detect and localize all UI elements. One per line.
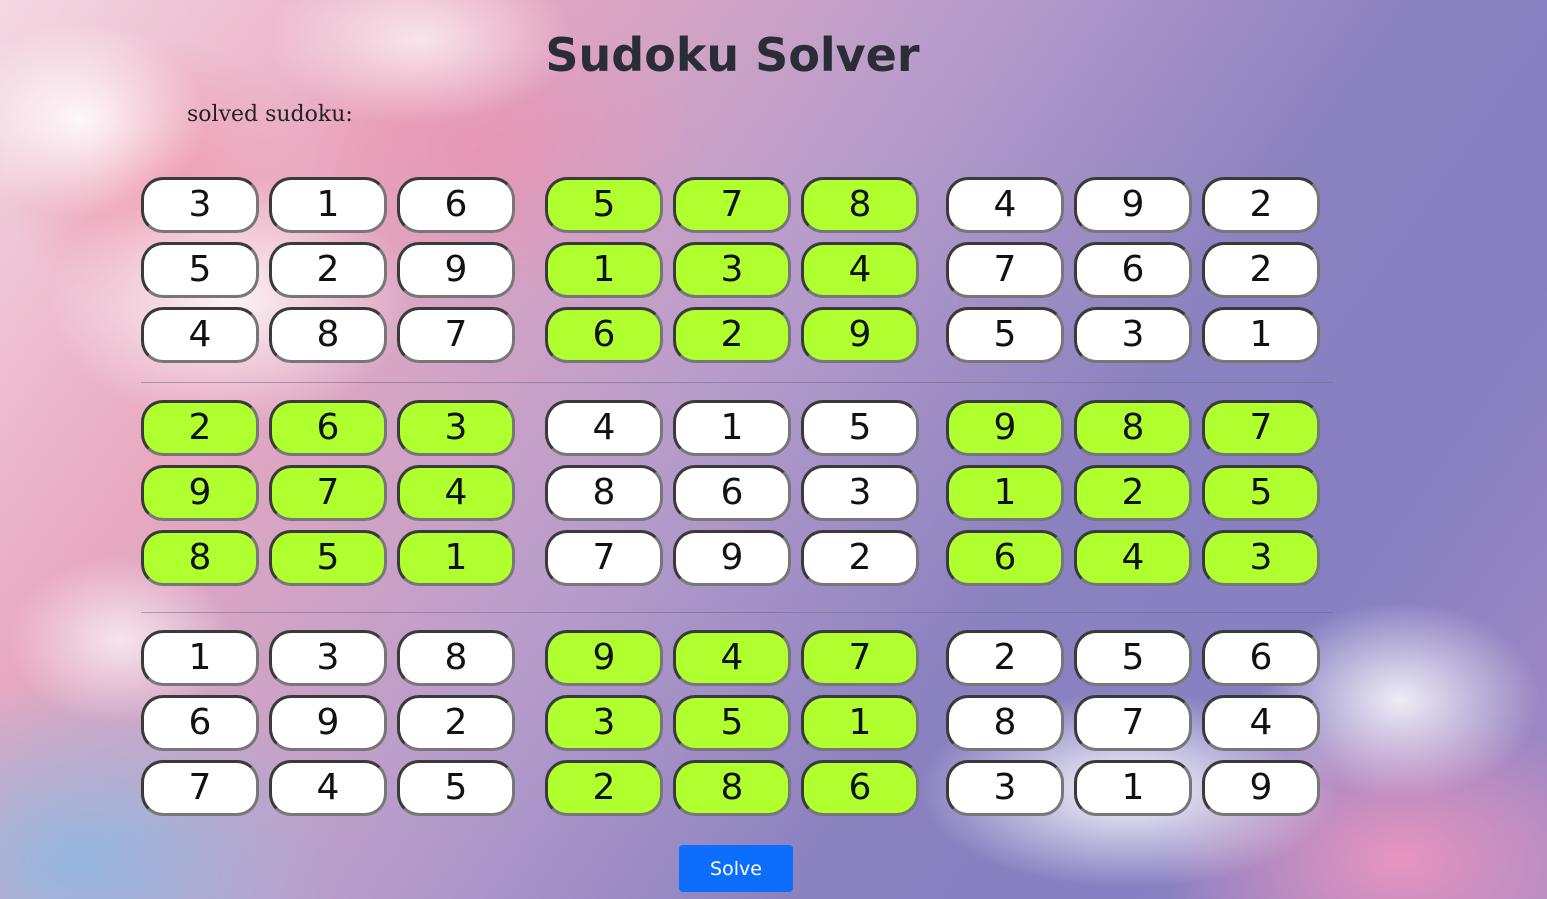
sudoku-cell[interactable]: 4: [1074, 530, 1192, 586]
sudoku-cell[interactable]: 3: [673, 242, 791, 298]
sudoku-cell[interactable]: 6: [1202, 630, 1320, 686]
sudoku-cell[interactable]: 8: [673, 760, 791, 816]
sudoku-cell[interactable]: 7: [269, 465, 387, 521]
sudoku-cell[interactable]: 5: [545, 177, 663, 233]
sudoku-cell[interactable]: 5: [1202, 465, 1320, 521]
sudoku-cell[interactable]: 6: [141, 695, 259, 751]
sudoku-cell[interactable]: 8: [141, 530, 259, 586]
sudoku-cell[interactable]: 6: [397, 177, 515, 233]
page-title: Sudoku Solver: [545, 28, 920, 82]
sudoku-cell[interactable]: 1: [545, 242, 663, 298]
sudoku-cell[interactable]: 7: [397, 307, 515, 363]
sudoku-cell[interactable]: 9: [946, 400, 1064, 456]
sudoku-cell[interactable]: 2: [141, 400, 259, 456]
sudoku-cell[interactable]: 3: [1074, 307, 1192, 363]
sudoku-cell[interactable]: 6: [269, 400, 387, 456]
sudoku-cell[interactable]: 4: [545, 400, 663, 456]
block-divider: [141, 382, 1333, 383]
sudoku-cell[interactable]: 2: [397, 695, 515, 751]
sudoku-cell[interactable]: 6: [1074, 242, 1192, 298]
sudoku-cell[interactable]: 3: [397, 400, 515, 456]
sudoku-cell[interactable]: 6: [545, 307, 663, 363]
sudoku-cell[interactable]: 1: [1074, 760, 1192, 816]
sudoku-cell[interactable]: 3: [269, 630, 387, 686]
sudoku-cell[interactable]: 8: [397, 630, 515, 686]
block-row: 316529487578134629492762531: [141, 177, 1333, 372]
sudoku-cell[interactable]: 1: [1202, 307, 1320, 363]
sudoku-block: 987 125 643: [946, 400, 1326, 592]
sudoku-cell[interactable]: 6: [946, 530, 1064, 586]
solve-button[interactable]: Solve: [679, 845, 793, 892]
sudoku-cell[interactable]: 7: [946, 242, 1064, 298]
sudoku-cell[interactable]: 1: [397, 530, 515, 586]
sudoku-cell[interactable]: 1: [269, 177, 387, 233]
sudoku-cell[interactable]: 5: [801, 400, 919, 456]
sudoku-block: 138 692 745: [141, 630, 521, 822]
block-divider: [141, 612, 1333, 613]
sudoku-cell[interactable]: 1: [673, 400, 791, 456]
sudoku-cell[interactable]: 9: [673, 530, 791, 586]
sudoku-block: 256 874 319: [946, 630, 1326, 822]
sudoku-cell[interactable]: 5: [397, 760, 515, 816]
sudoku-cell[interactable]: 6: [673, 465, 791, 521]
sudoku-cell[interactable]: 9: [1202, 760, 1320, 816]
block-row: 138692745947351286256874319: [141, 630, 1333, 825]
sudoku-cell[interactable]: 4: [946, 177, 1064, 233]
sudoku-block: 415 863 792: [545, 400, 925, 592]
sudoku-cell[interactable]: 7: [673, 177, 791, 233]
sudoku-block: 947 351 286: [545, 630, 925, 822]
sudoku-cell[interactable]: 2: [946, 630, 1064, 686]
sudoku-cell[interactable]: 2: [801, 530, 919, 586]
status-label: solved sudoku:: [187, 102, 353, 127]
sudoku-cell[interactable]: 2: [673, 307, 791, 363]
sudoku-cell[interactable]: 3: [801, 465, 919, 521]
sudoku-cell[interactable]: 5: [141, 242, 259, 298]
sudoku-cell[interactable]: 7: [801, 630, 919, 686]
sudoku-cell[interactable]: 2: [1202, 242, 1320, 298]
sudoku-block: 316 529 487: [141, 177, 521, 369]
sudoku-cell[interactable]: 5: [1074, 630, 1192, 686]
sudoku-cell[interactable]: 4: [141, 307, 259, 363]
sudoku-cell[interactable]: 5: [269, 530, 387, 586]
sudoku-cell[interactable]: 3: [545, 695, 663, 751]
sudoku-cell[interactable]: 2: [269, 242, 387, 298]
sudoku-cell[interactable]: 7: [545, 530, 663, 586]
sudoku-cell[interactable]: 4: [269, 760, 387, 816]
sudoku-cell[interactable]: 3: [1202, 530, 1320, 586]
sudoku-cell[interactable]: 8: [1074, 400, 1192, 456]
sudoku-cell[interactable]: 9: [397, 242, 515, 298]
sudoku-cell[interactable]: 4: [801, 242, 919, 298]
sudoku-cell[interactable]: 1: [946, 465, 1064, 521]
sudoku-cell[interactable]: 6: [801, 760, 919, 816]
sudoku-cell[interactable]: 4: [1202, 695, 1320, 751]
sudoku-cell[interactable]: 9: [801, 307, 919, 363]
sudoku-cell[interactable]: 9: [141, 465, 259, 521]
sudoku-cell[interactable]: 3: [141, 177, 259, 233]
sudoku-cell[interactable]: 7: [141, 760, 259, 816]
sudoku-block: 578 134 629: [545, 177, 925, 369]
sudoku-cell[interactable]: 8: [801, 177, 919, 233]
sudoku-cell[interactable]: 4: [673, 630, 791, 686]
sudoku-cell[interactable]: 1: [141, 630, 259, 686]
sudoku-cell[interactable]: 7: [1074, 695, 1192, 751]
sudoku-cell[interactable]: 8: [946, 695, 1064, 751]
sudoku-cell[interactable]: 8: [269, 307, 387, 363]
sudoku-cell[interactable]: 3: [946, 760, 1064, 816]
sudoku-cell[interactable]: 9: [1074, 177, 1192, 233]
sudoku-cell[interactable]: 7: [1202, 400, 1320, 456]
sudoku-cell[interactable]: 9: [269, 695, 387, 751]
block-row: 263974851415863792987125643: [141, 400, 1333, 595]
sudoku-cell[interactable]: 8: [545, 465, 663, 521]
sudoku-cell[interactable]: 2: [1074, 465, 1192, 521]
sudoku-cell[interactable]: 5: [673, 695, 791, 751]
sudoku-cell[interactable]: 2: [1202, 177, 1320, 233]
sudoku-cell[interactable]: 1: [801, 695, 919, 751]
sudoku-cell[interactable]: 9: [545, 630, 663, 686]
sudoku-cell[interactable]: 2: [545, 760, 663, 816]
sudoku-block: 492 762 531: [946, 177, 1326, 369]
sudoku-cell[interactable]: 4: [397, 465, 515, 521]
sudoku-block: 263 974 851: [141, 400, 521, 592]
sudoku-cell[interactable]: 5: [946, 307, 1064, 363]
